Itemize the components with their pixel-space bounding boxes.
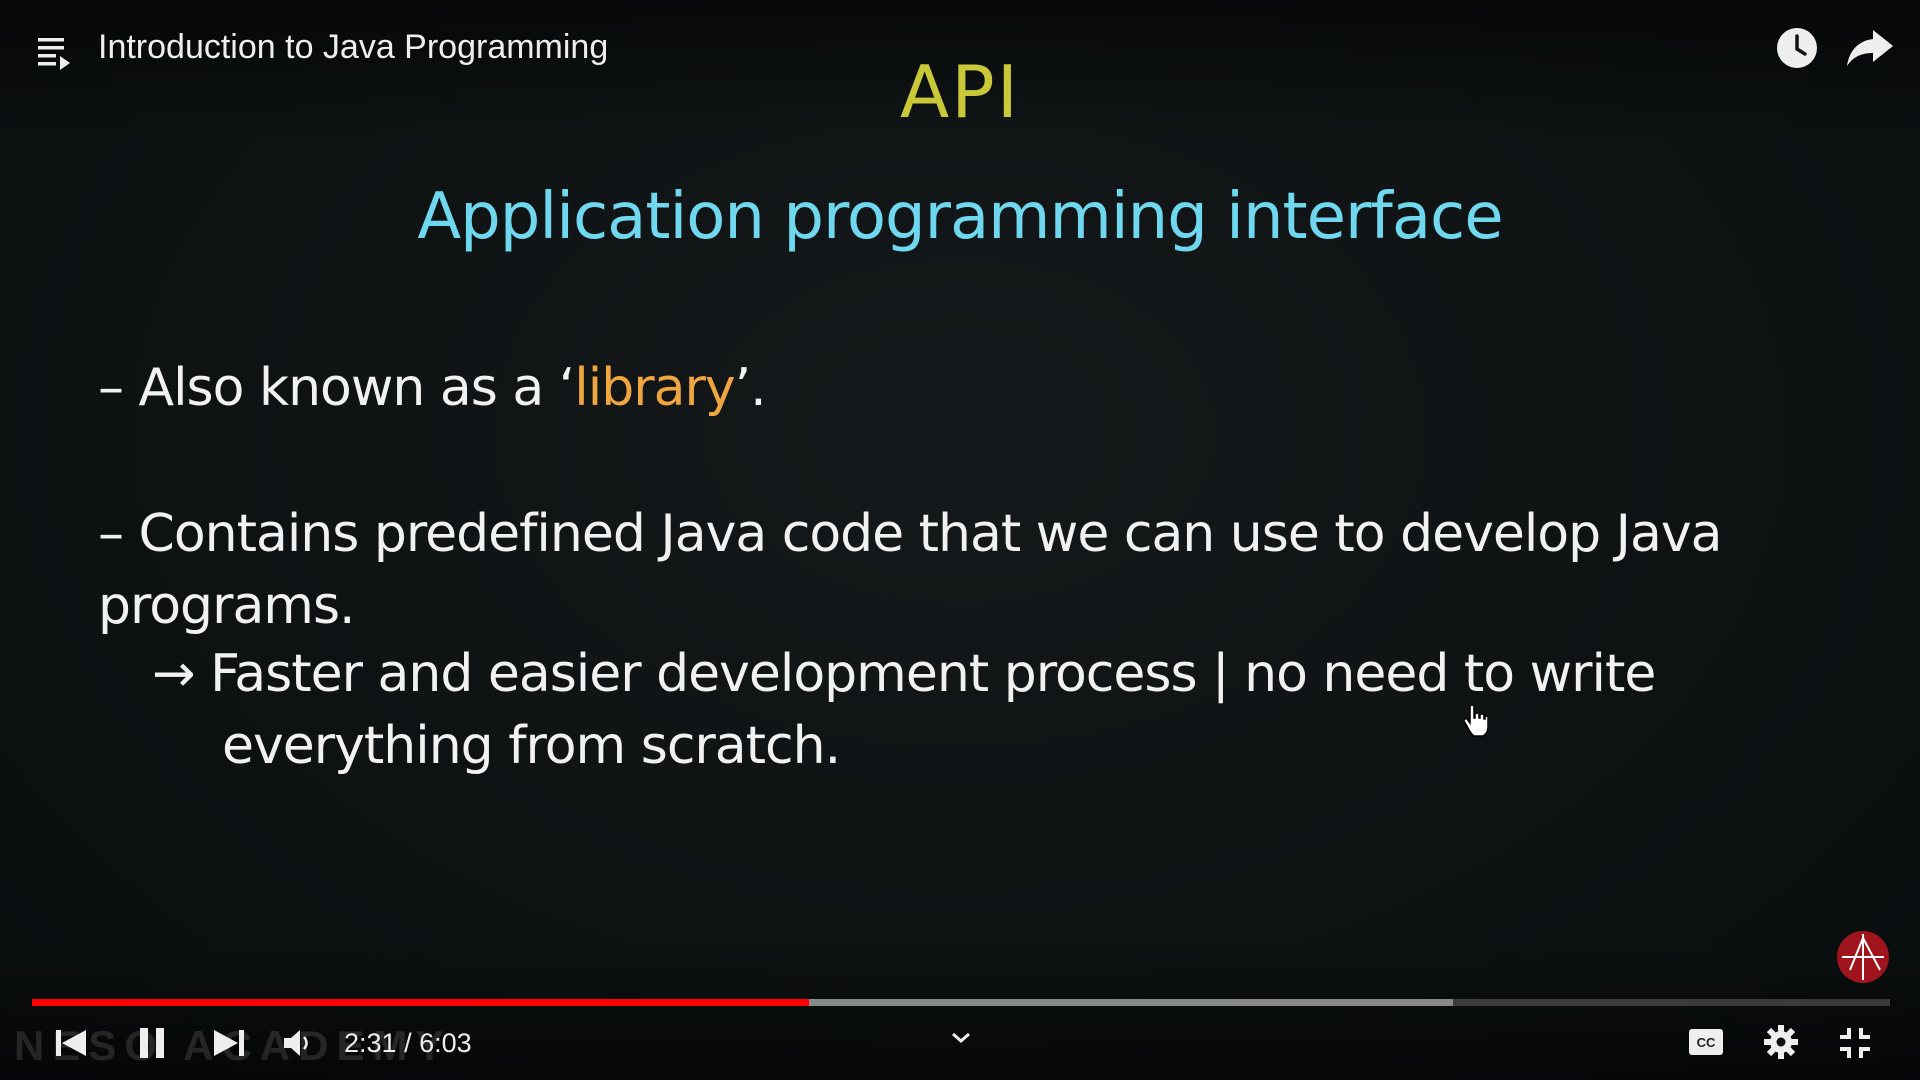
bullet-predefined-line1: – Contains predefined Java code that we …: [98, 504, 1722, 564]
share-icon[interactable]: [1845, 26, 1895, 70]
sub-bullet-faster: → Faster and easier development process …: [152, 638, 1656, 782]
volume-icon[interactable]: [282, 1028, 312, 1058]
settings-icon[interactable]: [1763, 1024, 1799, 1060]
bullet-library: – Also known as a ‘library’.: [98, 358, 767, 418]
captions-icon[interactable]: CC: [1688, 1028, 1724, 1056]
duration: 6:03: [419, 1028, 472, 1058]
bullet-library-prefix: – Also known as a ‘: [98, 358, 575, 418]
bullet-library-highlight: library: [574, 358, 735, 418]
progress-played: [32, 999, 809, 1006]
sub-bullet-line2: everything from scratch.: [222, 716, 841, 776]
next-icon[interactable]: [212, 1028, 246, 1058]
sub-bullet-line1: Faster and easier development process | …: [210, 644, 1656, 704]
pause-icon[interactable]: [136, 1026, 168, 1060]
bullet-predefined-code: – Contains predefined Java code that we …: [98, 498, 1722, 642]
current-time: 2:31: [344, 1028, 397, 1058]
slide-subheading: Application programming interface: [417, 180, 1503, 254]
time-display: 2:31 / 6:03: [344, 1028, 472, 1059]
bullet-predefined-line2: programs.: [98, 576, 356, 636]
bullet-library-suffix: ’.: [734, 358, 767, 418]
previous-icon[interactable]: [54, 1028, 88, 1058]
channel-logo-icon[interactable]: [1836, 930, 1890, 984]
arrow-glyph: →: [152, 644, 196, 704]
watch-later-icon[interactable]: [1775, 26, 1819, 70]
video-title[interactable]: Introduction to Java Programming: [98, 28, 608, 67]
hand-cursor-icon: [1463, 704, 1488, 737]
time-separator: /: [404, 1028, 412, 1058]
playlist-icon[interactable]: [36, 32, 76, 72]
progress-bar[interactable]: [32, 999, 1890, 1006]
svg-text:CC: CC: [1697, 1035, 1716, 1050]
exit-fullscreen-icon[interactable]: [1838, 1026, 1872, 1060]
chevron-down-icon[interactable]: [948, 1028, 974, 1048]
